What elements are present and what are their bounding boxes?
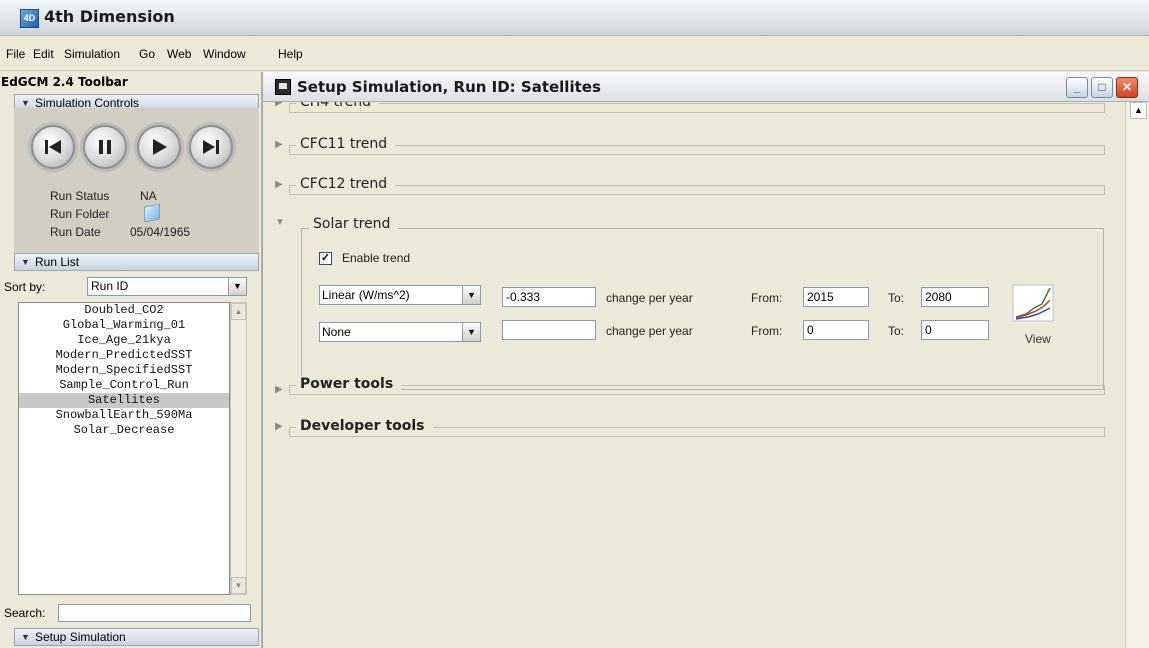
group-label: Power tools <box>296 376 402 392</box>
trend-type-select-2[interactable]: None ▼ <box>319 322 481 342</box>
group-label: CH4 trend <box>296 102 379 110</box>
from-input-1[interactable] <box>803 287 869 307</box>
window-title: Setup Simulation, Run ID: Satellites <box>297 78 601 96</box>
menubar: File Edit Simulation Go Web Window Help <box>0 36 1149 71</box>
view-button[interactable]: View <box>1012 284 1062 350</box>
list-item[interactable]: Modern_SpecifiedSST <box>19 363 229 378</box>
expand-triangle-icon[interactable]: ▶ <box>275 102 283 108</box>
from-label-2: From: <box>751 324 783 338</box>
search-input[interactable] <box>58 604 251 622</box>
menu-help[interactable]: Help <box>278 47 303 61</box>
menu-edit[interactable]: Edit <box>33 47 54 61</box>
trend-type-select-1[interactable]: Linear (W/ms^2) ▼ <box>319 285 481 305</box>
window-content: ▶ CH4 trend ▶ CFC11 trend ▶ CFC12 trend … <box>263 102 1125 648</box>
scroll-up-icon[interactable]: ▲ <box>231 303 246 320</box>
menu-go[interactable]: Go <box>139 47 155 61</box>
setup-simulation-window: Setup Simulation, Run ID: Satellites _ □… <box>262 72 1149 648</box>
menu-window[interactable]: Window <box>203 47 246 61</box>
search-label: Search: <box>4 606 46 620</box>
menu-file[interactable]: File <box>6 47 25 61</box>
list-item[interactable]: Ice_Age_21kya <box>19 333 229 348</box>
run-list-scrollbar[interactable]: ▲ ▼ <box>230 302 247 595</box>
expand-triangle-icon[interactable]: ▶ <box>275 179 283 190</box>
change-per-year-label-1: change per year <box>606 291 693 305</box>
trend-value-input-2[interactable] <box>502 320 596 340</box>
run-list[interactable]: Doubled_CO2 Global_Warming_01 Ice_Age_21… <box>18 302 230 595</box>
list-item[interactable]: Modern_PredictedSST <box>19 348 229 363</box>
maximize-button[interactable]: □ <box>1091 77 1113 98</box>
chevron-down-icon[interactable]: ▼ <box>228 278 246 295</box>
run-list-header[interactable]: ▼ Run List <box>14 253 259 271</box>
window-icon <box>275 79 291 95</box>
expand-triangle-icon[interactable]: ▶ <box>275 384 283 395</box>
collapse-triangle-icon: ▼ <box>21 632 30 642</box>
expand-triangle-icon[interactable]: ▶ <box>275 421 283 432</box>
from-input-2[interactable] <box>803 320 869 340</box>
sort-value: Run ID <box>91 279 129 293</box>
trend-value-input-1[interactable] <box>502 287 596 307</box>
to-input-2[interactable] <box>921 320 989 340</box>
list-item-selected[interactable]: Satellites <box>19 393 229 408</box>
scroll-down-icon[interactable]: ▼ <box>231 577 246 594</box>
enable-trend-checkbox[interactable]: ✓ <box>319 252 332 265</box>
app-logo-icon: 4D <box>20 9 39 28</box>
ch4-trend-group[interactable]: ▶ CH4 trend <box>275 102 1105 114</box>
toolbar-lower: ▼ Run List Sort by: Run ID ▼ Doubled_CO2… <box>0 72 262 648</box>
group-label: CFC11 trend <box>296 136 396 152</box>
list-item[interactable]: Doubled_CO2 <box>19 303 229 318</box>
developer-tools-group[interactable]: ▶ Developer tools <box>275 418 1105 438</box>
app-title: 4th Dimension <box>44 7 175 26</box>
cfc11-trend-group[interactable]: ▶ CFC11 trend <box>275 136 1105 156</box>
section-label: Run List <box>35 255 80 269</box>
group-label: Developer tools <box>296 418 433 434</box>
to-input-1[interactable] <box>921 287 989 307</box>
group-label: CFC12 trend <box>296 176 396 192</box>
minimize-button[interactable]: _ <box>1066 77 1088 98</box>
select-value: Linear (W/ms^2) <box>322 288 410 302</box>
scroll-up-icon[interactable]: ▲ <box>1130 102 1147 119</box>
solar-trend-label: Solar trend <box>309 216 399 232</box>
chevron-down-icon[interactable]: ▼ <box>462 286 480 304</box>
list-item[interactable]: Global_Warming_01 <box>19 318 229 333</box>
menu-web[interactable]: Web <box>167 47 191 61</box>
view-label: View <box>1025 332 1051 346</box>
chevron-down-icon[interactable]: ▼ <box>462 323 480 341</box>
app-titlebar: 4D 4th Dimension <box>0 0 1149 36</box>
power-tools-group[interactable]: ▶ Power tools <box>275 376 1105 396</box>
trend-chart-icon <box>1012 284 1054 322</box>
list-item[interactable]: Solar_Decrease <box>19 423 229 438</box>
to-label-2: To: <box>888 324 905 338</box>
section-label: Setup Simulation <box>35 630 126 644</box>
setup-simulation-header[interactable]: ▼ Setup Simulation <box>14 628 259 646</box>
menu-simulation[interactable]: Simulation <box>64 47 120 61</box>
collapse-triangle-icon: ▼ <box>21 257 30 267</box>
sort-label: Sort by: <box>4 280 46 294</box>
to-label-1: To: <box>888 291 905 305</box>
close-button[interactable]: ✕ <box>1116 77 1138 98</box>
list-item[interactable]: SnowballEarth_590Ma <box>19 408 229 423</box>
window-titlebar[interactable]: Setup Simulation, Run ID: Satellites _ □… <box>263 72 1149 102</box>
solar-trend-box <box>301 228 1104 390</box>
collapse-triangle-icon[interactable]: ▼ <box>275 217 285 228</box>
sort-select[interactable]: Run ID ▼ <box>87 277 247 296</box>
expand-triangle-icon[interactable]: ▶ <box>275 139 283 150</box>
cfc12-trend-group[interactable]: ▶ CFC12 trend <box>275 176 1105 196</box>
window-scrollbar[interactable]: ▲ <box>1125 102 1149 648</box>
list-item[interactable]: Sample_Control_Run <box>19 378 229 393</box>
change-per-year-label-2: change per year <box>606 324 693 338</box>
from-label-1: From: <box>751 291 783 305</box>
select-value: None <box>322 325 351 339</box>
enable-trend-label: Enable trend <box>342 251 411 265</box>
